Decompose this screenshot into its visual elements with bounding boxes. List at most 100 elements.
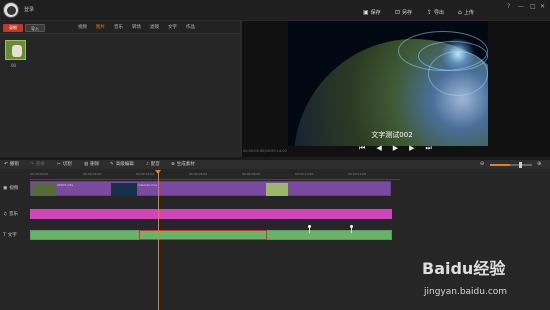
tab-image[interactable]: 图片 [96, 24, 105, 30]
video-clip-track[interactable]: 00071.mts internet.mov [30, 181, 391, 196]
play-icon[interactable]: ▶ [393, 144, 398, 153]
music-track-icon: ♫ [3, 211, 8, 217]
export-label: 导出 [434, 10, 445, 16]
generate-button[interactable]: ⊗ 生成素材 [171, 161, 195, 168]
voiceover-label: 配音 [150, 162, 160, 167]
transport-controls: ⏮ ◀ ▶ ▶ ⏭ [359, 144, 432, 153]
save-as-button[interactable]: ⊡ 另存 [395, 9, 412, 16]
save-button[interactable]: ▣ 保存 [363, 9, 381, 16]
library-item-thumbnail[interactable] [5, 40, 26, 60]
skip-start-icon[interactable]: ⏮ [359, 144, 365, 153]
edit-icon: ✎ [110, 161, 114, 167]
export-icon: ⇪ [427, 9, 433, 16]
track-text-name: 文字 [7, 233, 17, 238]
mic-icon: ♪ [146, 161, 149, 167]
cut-icon: ✂ [57, 161, 61, 167]
video-clip-name: internet.mov [138, 183, 158, 187]
preview-panel: 文字测试002 00:00:00.00/00:00:14.00 ⏮ ◀ ▶ ▶ … [242, 21, 550, 157]
track-video-name: 视频 [9, 186, 19, 191]
title-bar: 登录 ? — □ ✕ ▣ 保存 ⊡ 另存 ⇪ 导出 ⌂ 上传 [0, 0, 550, 20]
ruler-tick: 00:00:02.00 [83, 172, 102, 176]
light-glow [438, 39, 478, 69]
timeline-ruler[interactable]: 00:00:00.00 00:00:02.00 00:00:04.00 00:0… [30, 172, 400, 180]
upload-button[interactable]: ⌂ 上传 [458, 9, 474, 16]
redo-label: 重做 [35, 162, 45, 167]
tab-music[interactable]: 音乐 [114, 24, 123, 30]
minimize-icon[interactable]: — [518, 3, 524, 10]
delete-icon: ▥ [84, 161, 89, 167]
save-as-icon: ⊡ [395, 9, 401, 16]
upload-icon: ⌂ [458, 9, 462, 16]
import-button[interactable]: 导入 [25, 24, 45, 32]
zoom-in-icon[interactable]: ⊕ [537, 161, 541, 167]
tab-transition[interactable]: 转场 [132, 24, 141, 30]
keyframe-marker[interactable] [350, 225, 353, 228]
advanced-edit-button[interactable]: ✎ 高级编辑 [110, 161, 134, 168]
generate-label: 生成素材 [176, 162, 195, 167]
music-clip-name: dj [32, 209, 35, 213]
watermark-brand: Baidu经验 [422, 259, 506, 278]
library-toolbar: 录制 导入 视频 图片 音乐 转场 滤镜 文字 作品 [0, 21, 240, 34]
undo-button[interactable]: ↶ 撤销 [4, 161, 19, 168]
login-link[interactable]: 登录 [24, 6, 34, 13]
undo-icon: ↶ [4, 161, 8, 167]
undo-label: 撤销 [9, 162, 19, 167]
video-clip-thumbnail [111, 183, 137, 196]
export-button[interactable]: ⇪ 导出 [427, 9, 444, 16]
library-tabs: 视频 图片 音乐 转场 滤镜 文字 作品 [78, 24, 195, 30]
save-icon: ▣ [363, 9, 369, 16]
zoom-out-icon[interactable]: ⊖ [480, 161, 484, 167]
upload-label: 上传 [463, 10, 474, 16]
music-clip[interactable] [30, 209, 392, 219]
text-track-icon: T [3, 232, 6, 238]
track-text-label: T 文字 [3, 232, 17, 239]
track-music-label: ♫ 音乐 [3, 211, 18, 218]
next-frame-icon[interactable]: ▶ [409, 144, 414, 153]
prev-frame-icon[interactable]: ◀ [376, 144, 381, 153]
library-item-label: 00 [11, 63, 17, 68]
redo-button[interactable]: ↷ 重做 [30, 161, 45, 168]
tab-works[interactable]: 作品 [186, 24, 195, 30]
generate-icon: ⊗ [171, 161, 175, 167]
redo-icon: ↷ [30, 161, 34, 167]
edit-toolbar: ↶ 撤销 ↷ 重做 ✂ 切割 ▥ 删除 ✎ 高级编辑 ♪ 配音 ⊗ 生成素材 ⊖ [0, 160, 550, 169]
cut-label: 切割 [62, 162, 72, 167]
video-track-icon: ▣ [3, 185, 8, 191]
save-label: 保存 [370, 10, 381, 16]
keyframe-marker[interactable] [308, 225, 311, 228]
preview-screen [288, 21, 488, 146]
record-button[interactable]: 录制 [3, 24, 23, 32]
playhead-handle[interactable] [155, 170, 161, 174]
avatar[interactable] [3, 2, 19, 18]
tab-filter[interactable]: 滤镜 [150, 24, 159, 30]
ruler-tick: 00:00:04.00 [136, 172, 155, 176]
ruler-tick: 00:00:10.00 [295, 172, 314, 176]
video-clip-thumbnail [32, 183, 56, 196]
preview-timecode: 00:00:00.00/00:00:14.00 [243, 149, 287, 153]
ruler-tick: 00:00:12.00 [348, 172, 367, 176]
video-clip-name: 00071.mts [57, 183, 74, 187]
dog-image [12, 45, 22, 57]
advanced-edit-label: 高级编辑 [115, 162, 134, 167]
skip-end-icon[interactable]: ⏭ [425, 144, 431, 153]
zoom-slider[interactable] [490, 164, 532, 166]
save-as-label: 另存 [402, 10, 413, 16]
playhead[interactable] [158, 170, 159, 310]
image-clip-thumbnail [266, 183, 288, 196]
close-icon[interactable]: ✕ [540, 3, 545, 10]
preview-caption: 文字测试002 [371, 131, 413, 139]
zoom-slider-handle[interactable] [519, 162, 522, 168]
help-icon[interactable]: ? [507, 3, 510, 10]
delete-button[interactable]: ▥ 删除 [84, 161, 100, 168]
ruler-tick: 00:00:00.00 [30, 172, 49, 176]
track-video-label: ▣ 视频 [3, 185, 19, 192]
tab-video[interactable]: 视频 [78, 24, 87, 30]
delete-label: 删除 [90, 162, 100, 167]
maximize-icon[interactable]: □ [530, 3, 536, 10]
tab-text[interactable]: 文字 [168, 24, 177, 30]
ruler-tick: 00:00:06.00 [189, 172, 208, 176]
video-editor-window: 登录 ? — □ ✕ ▣ 保存 ⊡ 另存 ⇪ 导出 ⌂ 上传 录制 导入 视频 … [0, 0, 550, 310]
ruler-tick: 00:00:08.00 [242, 172, 261, 176]
cut-button[interactable]: ✂ 切割 [57, 161, 72, 168]
voiceover-button[interactable]: ♪ 配音 [146, 161, 160, 168]
